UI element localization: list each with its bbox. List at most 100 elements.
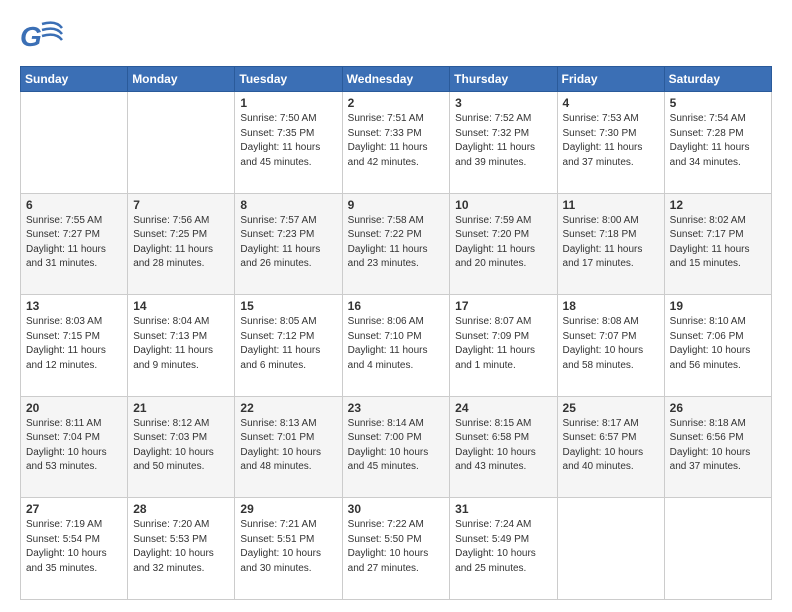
- weekday-header-friday: Friday: [557, 67, 664, 92]
- calendar-cell: 12Sunrise: 8:02 AM Sunset: 7:17 PM Dayli…: [664, 193, 771, 295]
- day-number: 15: [240, 299, 336, 313]
- day-info: Sunrise: 7:53 AM Sunset: 7:30 PM Dayligh…: [563, 112, 659, 170]
- day-info: Sunrise: 8:08 AM Sunset: 7:07 PM Dayligh…: [563, 315, 659, 373]
- day-info: Sunrise: 7:19 AM Sunset: 5:54 PM Dayligh…: [26, 518, 122, 576]
- day-number: 18: [563, 299, 659, 313]
- day-info: Sunrise: 7:59 AM Sunset: 7:20 PM Dayligh…: [455, 214, 551, 272]
- weekday-header-saturday: Saturday: [664, 67, 771, 92]
- day-number: 25: [563, 401, 659, 415]
- calendar-cell: 17Sunrise: 8:07 AM Sunset: 7:09 PM Dayli…: [450, 295, 557, 397]
- day-number: 14: [133, 299, 229, 313]
- day-info: Sunrise: 8:10 AM Sunset: 7:06 PM Dayligh…: [670, 315, 766, 373]
- calendar-cell: 24 Sunrise: 8:15 AM Sunset: 6:58 PM Dayli…: [450, 396, 557, 498]
- day-number: 11: [563, 198, 659, 212]
- day-number: 12: [670, 198, 766, 212]
- calendar-cell: 22 Sunrise: 8:13 AM Sunset: 7:01 PM Dayli…: [235, 396, 342, 498]
- day-number: 29: [240, 502, 336, 516]
- day-info: Sunrise: 7:20 AM Sunset: 5:53 PM Dayligh…: [133, 518, 229, 576]
- day-info: Sunrise: 8:06 AM Sunset: 7:10 PM Dayligh…: [348, 315, 445, 373]
- day-info: Sunrise: 7:58 AM Sunset: 7:22 PM Dayligh…: [348, 214, 445, 272]
- calendar-cell: 1 Sunrise: 7:50 AM Sunset: 7:35 PM Daylig…: [235, 92, 342, 194]
- calendar-cell: 13 Sunrise: 8:03 AM Sunset: 7:15 PM Dayli…: [21, 295, 128, 397]
- day-number: 22: [240, 401, 336, 415]
- svg-text:G: G: [20, 21, 42, 52]
- calendar-cell: 14Sunrise: 8:04 AM Sunset: 7:13 PM Dayli…: [128, 295, 235, 397]
- calendar-cell: [557, 498, 664, 600]
- calendar-cell: 18 Sunrise: 8:08 AM Sunset: 7:07 PM Dayli…: [557, 295, 664, 397]
- calendar-cell: 7 Sunrise: 7:56 AM Sunset: 7:25 PM Daylig…: [128, 193, 235, 295]
- calendar-cell: [21, 92, 128, 194]
- day-number: 21: [133, 401, 229, 415]
- calendar-cell: 8Sunrise: 7:57 AM Sunset: 7:23 PM Daylig…: [235, 193, 342, 295]
- calendar-cell: 9 Sunrise: 7:58 AM Sunset: 7:22 PM Daylig…: [342, 193, 450, 295]
- week-row-2: 6 Sunrise: 7:55 AM Sunset: 7:27 PM Daylig…: [21, 193, 772, 295]
- week-row-4: 20 Sunrise: 8:11 AM Sunset: 7:04 PM Dayli…: [21, 396, 772, 498]
- day-number: 28: [133, 502, 229, 516]
- calendar-cell: 15 Sunrise: 8:05 AM Sunset: 7:12 PM Dayli…: [235, 295, 342, 397]
- weekday-header-sunday: Sunday: [21, 67, 128, 92]
- header: G: [20, 18, 772, 56]
- calendar-cell: 10 Sunrise: 7:59 AM Sunset: 7:20 PM Dayli…: [450, 193, 557, 295]
- day-info: Sunrise: 8:13 AM Sunset: 7:01 PM Dayligh…: [240, 417, 336, 475]
- day-info: Sunrise: 8:11 AM Sunset: 7:04 PM Dayligh…: [26, 417, 122, 475]
- calendar-cell: [664, 498, 771, 600]
- day-number: 9: [348, 198, 445, 212]
- day-info: Sunrise: 7:50 AM Sunset: 7:35 PM Dayligh…: [240, 112, 336, 170]
- logo-icon: G: [20, 18, 64, 56]
- day-number: 5: [670, 96, 766, 110]
- day-info: Sunrise: 7:22 AM Sunset: 5:50 PM Dayligh…: [348, 518, 445, 576]
- calendar-cell: 30 Sunrise: 7:22 AM Sunset: 5:50 PM Dayli…: [342, 498, 450, 600]
- calendar-cell: 31Sunrise: 7:24 AM Sunset: 5:49 PM Dayli…: [450, 498, 557, 600]
- day-info: Sunrise: 7:55 AM Sunset: 7:27 PM Dayligh…: [26, 214, 122, 272]
- weekday-header-monday: Monday: [128, 67, 235, 92]
- logo: G: [20, 18, 68, 56]
- calendar-cell: 3 Sunrise: 7:52 AM Sunset: 7:32 PM Daylig…: [450, 92, 557, 194]
- calendar-cell: 27 Sunrise: 7:19 AM Sunset: 5:54 PM Dayli…: [21, 498, 128, 600]
- day-info: Sunrise: 8:15 AM Sunset: 6:58 PM Dayligh…: [455, 417, 551, 475]
- day-info: Sunrise: 7:56 AM Sunset: 7:25 PM Dayligh…: [133, 214, 229, 272]
- calendar-cell: 2 Sunrise: 7:51 AM Sunset: 7:33 PM Daylig…: [342, 92, 450, 194]
- day-number: 23: [348, 401, 445, 415]
- day-number: 1: [240, 96, 336, 110]
- day-info: Sunrise: 8:18 AM Sunset: 6:56 PM Dayligh…: [670, 417, 766, 475]
- calendar-cell: 29 Sunrise: 7:21 AM Sunset: 5:51 PM Dayli…: [235, 498, 342, 600]
- day-info: Sunrise: 8:03 AM Sunset: 7:15 PM Dayligh…: [26, 315, 122, 373]
- day-info: Sunrise: 7:57 AM Sunset: 7:23 PM Dayligh…: [240, 214, 336, 272]
- day-number: 6: [26, 198, 122, 212]
- day-number: 16: [348, 299, 445, 313]
- day-number: 30: [348, 502, 445, 516]
- day-number: 13: [26, 299, 122, 313]
- calendar-cell: 20 Sunrise: 8:11 AM Sunset: 7:04 PM Dayli…: [21, 396, 128, 498]
- page: G SundayMondayTuesdayWednesdayThursdayFr…: [0, 0, 792, 612]
- day-number: 24: [455, 401, 551, 415]
- day-number: 10: [455, 198, 551, 212]
- day-number: 26: [670, 401, 766, 415]
- day-number: 2: [348, 96, 445, 110]
- day-info: Sunrise: 8:05 AM Sunset: 7:12 PM Dayligh…: [240, 315, 336, 373]
- day-info: Sunrise: 7:21 AM Sunset: 5:51 PM Dayligh…: [240, 518, 336, 576]
- calendar-cell: 19Sunrise: 8:10 AM Sunset: 7:06 PM Dayli…: [664, 295, 771, 397]
- day-info: Sunrise: 7:54 AM Sunset: 7:28 PM Dayligh…: [670, 112, 766, 170]
- calendar-table: SundayMondayTuesdayWednesdayThursdayFrid…: [20, 66, 772, 600]
- day-info: Sunrise: 8:14 AM Sunset: 7:00 PM Dayligh…: [348, 417, 445, 475]
- calendar-cell: 26 Sunrise: 8:18 AM Sunset: 6:56 PM Dayli…: [664, 396, 771, 498]
- day-info: Sunrise: 8:07 AM Sunset: 7:09 PM Dayligh…: [455, 315, 551, 373]
- weekday-header-row: SundayMondayTuesdayWednesdayThursdayFrid…: [21, 67, 772, 92]
- day-number: 7: [133, 198, 229, 212]
- calendar-cell: 21 Sunrise: 8:12 AM Sunset: 7:03 PM Dayli…: [128, 396, 235, 498]
- day-number: 20: [26, 401, 122, 415]
- calendar-cell: 11Sunrise: 8:00 AM Sunset: 7:18 PM Dayli…: [557, 193, 664, 295]
- day-number: 31: [455, 502, 551, 516]
- weekday-header-tuesday: Tuesday: [235, 67, 342, 92]
- day-info: Sunrise: 7:51 AM Sunset: 7:33 PM Dayligh…: [348, 112, 445, 170]
- day-number: 27: [26, 502, 122, 516]
- weekday-header-wednesday: Wednesday: [342, 67, 450, 92]
- day-number: 3: [455, 96, 551, 110]
- week-row-1: 1 Sunrise: 7:50 AM Sunset: 7:35 PM Daylig…: [21, 92, 772, 194]
- calendar-cell: [128, 92, 235, 194]
- calendar-cell: 6 Sunrise: 7:55 AM Sunset: 7:27 PM Daylig…: [21, 193, 128, 295]
- day-info: Sunrise: 8:17 AM Sunset: 6:57 PM Dayligh…: [563, 417, 659, 475]
- day-info: Sunrise: 8:12 AM Sunset: 7:03 PM Dayligh…: [133, 417, 229, 475]
- day-info: Sunrise: 7:52 AM Sunset: 7:32 PM Dayligh…: [455, 112, 551, 170]
- weekday-header-thursday: Thursday: [450, 67, 557, 92]
